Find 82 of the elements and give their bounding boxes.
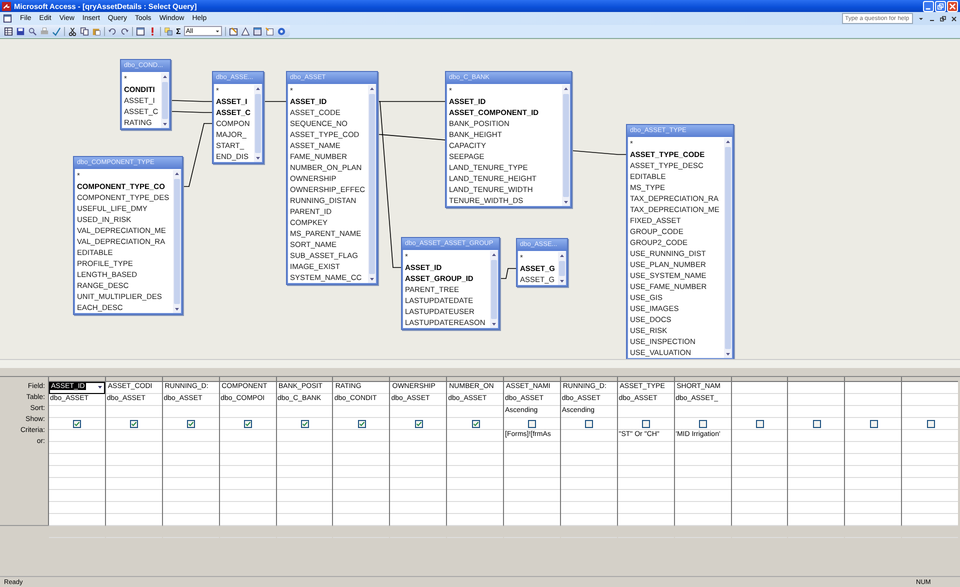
show-checkbox[interactable] (528, 420, 536, 428)
redo-icon[interactable] (120, 26, 129, 36)
scroll-down-arrow-icon[interactable] (725, 351, 731, 357)
undo-icon[interactable] (108, 26, 117, 36)
close-button[interactable] (947, 0, 958, 12)
column-selector[interactable] (162, 377, 219, 382)
scroll-up-arrow-icon[interactable] (491, 252, 497, 258)
database-window-icon[interactable] (252, 26, 262, 36)
column-selector[interactable] (732, 377, 788, 382)
column-selector[interactable] (788, 377, 844, 382)
minimize-button[interactable] (923, 0, 934, 12)
scroll-down-arrow-icon[interactable] (563, 199, 569, 205)
show-checkbox[interactable] (756, 420, 764, 428)
scroll-down-arrow-icon[interactable] (491, 321, 497, 327)
key-icon (2, 2, 11, 10)
scroll-up-arrow-icon[interactable] (559, 253, 566, 259)
scrollbar[interactable] (173, 170, 181, 313)
table-field-list[interactable] (73, 156, 183, 315)
column-selector[interactable] (674, 377, 730, 382)
scrollbar[interactable] (368, 85, 376, 283)
close-icon[interactable] (951, 16, 957, 22)
show-checkbox[interactable] (585, 420, 594, 428)
horizontal-scrollbar[interactable] (0, 359, 960, 368)
scroll-up-arrow-icon[interactable] (563, 86, 569, 92)
scrollbar[interactable] (490, 251, 498, 328)
scroll-down-arrow-icon[interactable] (369, 276, 376, 282)
table-field-list[interactable] (626, 124, 734, 359)
copy-icon[interactable] (80, 26, 89, 36)
show-table-icon[interactable] (164, 26, 173, 36)
scrollbar[interactable] (724, 138, 732, 358)
scroll-up-arrow-icon[interactable] (174, 171, 180, 177)
show-checkbox[interactable] (358, 420, 366, 428)
dropdown-arrow-icon[interactable] (96, 384, 103, 390)
query-type-icon[interactable] (136, 26, 145, 36)
save-icon[interactable] (16, 26, 25, 36)
scrollbar[interactable] (254, 85, 262, 162)
column-selector[interactable] (390, 377, 446, 382)
scroll-down-arrow-icon[interactable] (174, 306, 180, 312)
show-checkbox[interactable] (699, 420, 708, 428)
cut-icon[interactable] (68, 26, 77, 36)
paste-icon[interactable] (92, 26, 101, 36)
restore-button[interactable] (935, 0, 946, 12)
dropdown-arrow-icon (214, 28, 220, 34)
scroll-down-arrow-icon[interactable] (254, 155, 261, 161)
show-checkbox[interactable] (130, 420, 138, 428)
totals-button[interactable]: Σ (176, 26, 181, 36)
scroll-up-arrow-icon[interactable] (369, 86, 376, 92)
column-selector[interactable] (333, 377, 390, 382)
column-selector[interactable] (504, 377, 560, 382)
show-checkbox[interactable] (244, 420, 252, 428)
show-checkbox[interactable] (870, 420, 878, 428)
close-icon (949, 2, 956, 10)
column-selector[interactable] (560, 377, 617, 382)
show-checkbox[interactable] (472, 420, 480, 428)
scrollbar[interactable] (562, 85, 570, 206)
dropdown-arrow-icon[interactable] (918, 16, 924, 22)
show-checkbox[interactable] (300, 420, 309, 428)
column-selector[interactable] (845, 377, 902, 382)
column-selector[interactable] (220, 377, 276, 382)
show-checkbox[interactable] (73, 420, 82, 428)
table-view-icon[interactable] (4, 26, 13, 36)
scroll-up-arrow-icon[interactable] (725, 139, 731, 145)
show-checkbox[interactable] (187, 420, 196, 428)
scroll-down-arrow-icon[interactable] (559, 278, 566, 284)
scroll-down-arrow-icon[interactable] (162, 121, 168, 127)
scroll-up-arrow-icon[interactable] (254, 86, 261, 92)
scrollbar[interactable] (558, 252, 566, 285)
properties-icon[interactable] (228, 26, 238, 36)
search-icon[interactable] (28, 26, 37, 36)
show-checkbox[interactable] (642, 420, 650, 428)
scrollbar[interactable] (161, 73, 170, 128)
show-checkbox[interactable] (926, 420, 935, 428)
column-selector[interactable] (902, 377, 958, 382)
scroll-up-arrow-icon[interactable] (162, 74, 168, 80)
show-checkbox[interactable] (414, 420, 423, 428)
column-selector[interactable] (276, 377, 332, 382)
show-checkbox[interactable] (812, 420, 821, 428)
table-field-list[interactable] (286, 71, 378, 285)
column-selector[interactable] (447, 377, 503, 382)
query-window-icon[interactable] (3, 14, 12, 23)
column-selector[interactable] (618, 377, 674, 382)
print-icon[interactable] (40, 26, 49, 36)
